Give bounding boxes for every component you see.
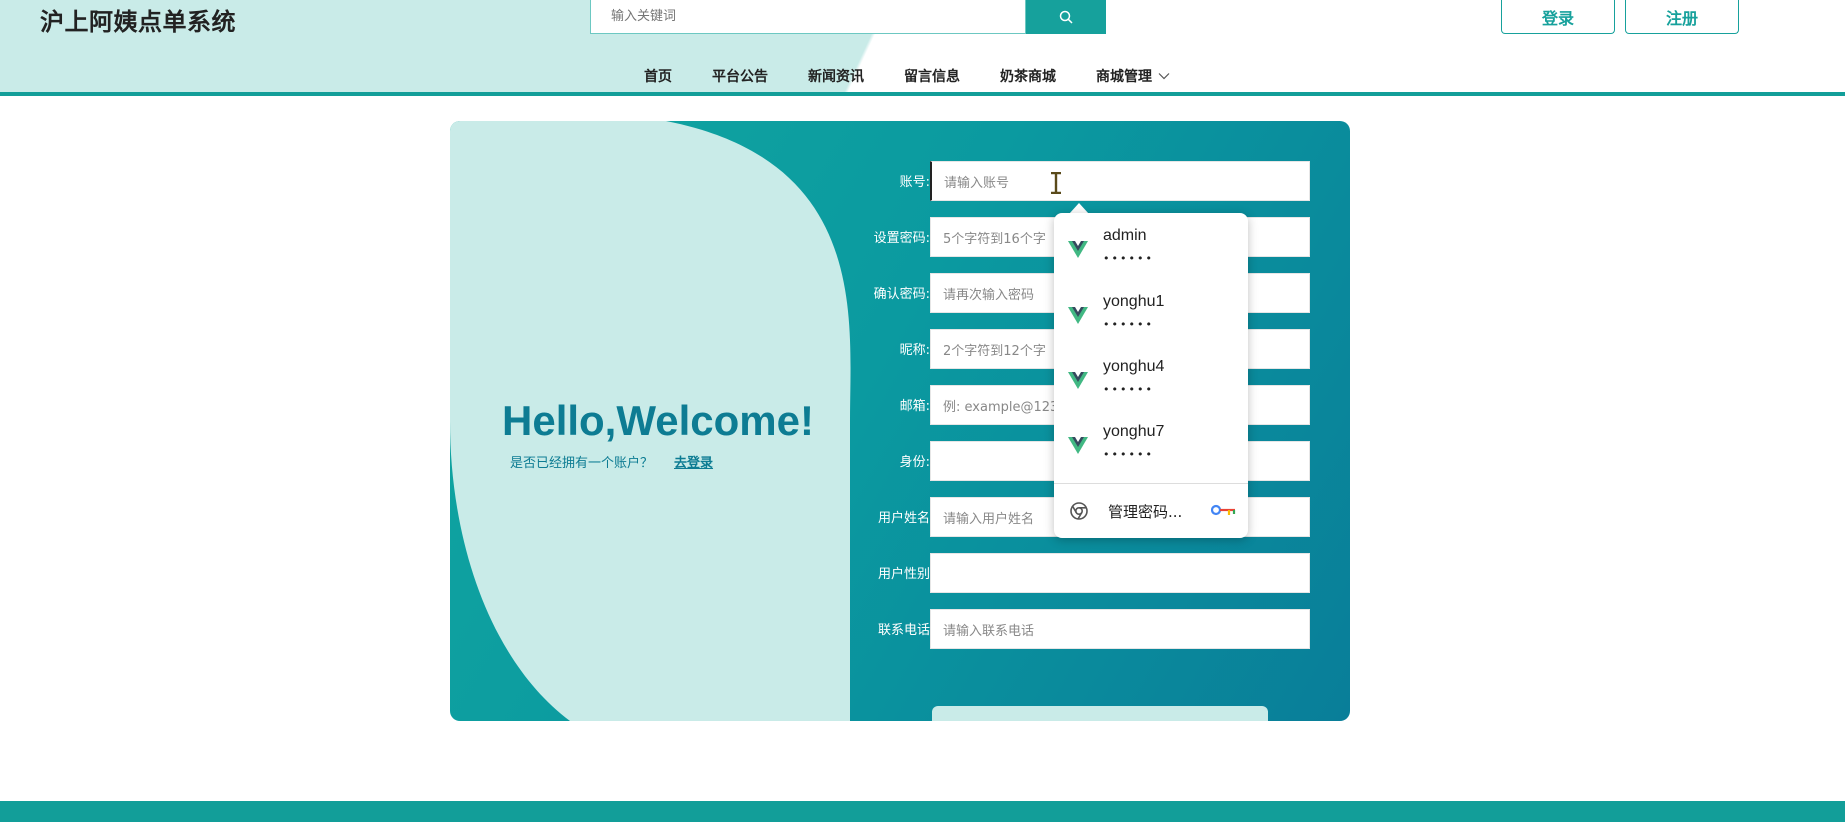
password-autofill-popup: admin •••••• yonghu1 •••••• yonghu4 ••••… bbox=[1054, 213, 1248, 538]
account-placeholder: 请输入账号 bbox=[944, 175, 1010, 191]
search-icon bbox=[1059, 10, 1073, 24]
text-cursor-icon bbox=[1051, 172, 1061, 194]
nav-item-home[interactable]: 首页 bbox=[644, 66, 672, 86]
have-account-text: 是否已经拥有一个账户？ bbox=[510, 456, 654, 471]
saved-password-mask: •••••• bbox=[1103, 383, 1154, 396]
saved-password-yonghu1[interactable]: yonghu1 •••••• bbox=[1054, 283, 1248, 345]
vue-logo-icon bbox=[1068, 372, 1088, 389]
vue-logo-icon bbox=[1068, 437, 1088, 454]
nav-item-news[interactable]: 新闻资讯 bbox=[808, 66, 864, 86]
search-button[interactable] bbox=[1026, 0, 1106, 34]
saved-password-admin[interactable]: admin •••••• bbox=[1054, 217, 1248, 279]
nav-item-messages[interactable]: 留言信息 bbox=[904, 66, 960, 86]
go-login-link[interactable]: 去登录 bbox=[674, 452, 713, 471]
site-logo: 沪上阿姨点单系统 bbox=[40, 8, 236, 36]
search-input[interactable] bbox=[590, 0, 1026, 34]
saved-password-mask: •••••• bbox=[1103, 318, 1154, 331]
password-label: 设置密码: bbox=[873, 231, 930, 246]
confirm-password-label: 确认密码: bbox=[873, 287, 930, 302]
confirm-password-placeholder: 请再次输入密码 bbox=[943, 287, 1035, 303]
phone-placeholder: 请输入联系电话 bbox=[943, 623, 1035, 639]
nav-label: 平台公告 bbox=[712, 69, 768, 85]
saved-username: yonghu4 bbox=[1103, 358, 1165, 375]
page-footer bbox=[0, 801, 1845, 822]
nickname-label: 昵称: bbox=[899, 343, 930, 358]
form-row-account: 账号: 请输入账号 bbox=[850, 161, 1312, 201]
chevron-down-icon bbox=[1158, 73, 1170, 80]
vue-logo-icon bbox=[1068, 241, 1088, 258]
nav-item-shop[interactable]: 奶茶商城 bbox=[1000, 66, 1056, 86]
phone-label: 联系电话 bbox=[877, 623, 930, 638]
login-button[interactable]: 登录 bbox=[1501, 0, 1615, 34]
search-bar bbox=[590, 0, 1106, 34]
nav-label: 留言信息 bbox=[904, 69, 960, 85]
nav-label: 商城管理 bbox=[1096, 69, 1152, 85]
main-nav: 首页 平台公告 新闻资讯 留言信息 奶茶商城 商城管理 bbox=[644, 66, 1170, 86]
email-placeholder: 例: example@123 bbox=[943, 399, 1059, 415]
account-label: 账号: bbox=[899, 175, 930, 190]
nav-label: 奶茶商城 bbox=[1000, 69, 1056, 85]
top-header: 沪上阿姨点单系统 登录 注册 首页 平台公告 新闻资讯 留言信息 奶茶商城 商城… bbox=[0, 0, 1845, 96]
manage-passwords-label: 管理密码... bbox=[1108, 503, 1183, 521]
saved-password-yonghu7[interactable]: yonghu7 •••••• bbox=[1054, 413, 1248, 475]
user-name-placeholder: 请输入用户姓名 bbox=[943, 511, 1035, 527]
password-placeholder: 5个字符到16个字 bbox=[943, 231, 1046, 247]
nav-label: 首页 bbox=[644, 69, 672, 85]
gender-label: 用户性别 bbox=[877, 567, 930, 582]
saved-password-mask: •••••• bbox=[1103, 448, 1154, 461]
welcome-title: Hello,Welcome! bbox=[502, 397, 814, 444]
user-name-label: 用户姓名 bbox=[877, 511, 930, 526]
register-button[interactable]: 注册 bbox=[1625, 0, 1739, 34]
phone-input[interactable]: 请输入联系电话 bbox=[930, 609, 1310, 649]
saved-password-mask: •••••• bbox=[1103, 252, 1154, 265]
form-row-phone: 联系电话 请输入联系电话 bbox=[850, 609, 1312, 649]
gender-select[interactable] bbox=[930, 553, 1310, 593]
vue-logo-icon bbox=[1068, 307, 1088, 324]
saved-username: admin bbox=[1103, 227, 1147, 244]
form-row-gender: 用户性别 bbox=[850, 553, 1312, 593]
saved-username: yonghu1 bbox=[1103, 293, 1165, 310]
register-submit-button[interactable] bbox=[932, 706, 1268, 721]
identity-label: 身份: bbox=[899, 455, 930, 470]
saved-password-yonghu4[interactable]: yonghu4 •••••• bbox=[1054, 348, 1248, 410]
manage-passwords-item[interactable]: 管理密码... bbox=[1054, 484, 1248, 538]
chrome-icon bbox=[1070, 502, 1088, 520]
saved-username: yonghu7 bbox=[1103, 423, 1165, 440]
nav-item-announcements[interactable]: 平台公告 bbox=[712, 66, 768, 86]
nav-label: 新闻资讯 bbox=[808, 69, 864, 85]
nav-item-shop-management[interactable]: 商城管理 bbox=[1096, 66, 1170, 86]
account-input[interactable]: 请输入账号 bbox=[930, 161, 1310, 201]
google-key-icon bbox=[1211, 504, 1236, 516]
nickname-placeholder: 2个字符到12个字 bbox=[943, 343, 1046, 359]
email-label: 邮箱: bbox=[899, 399, 930, 414]
